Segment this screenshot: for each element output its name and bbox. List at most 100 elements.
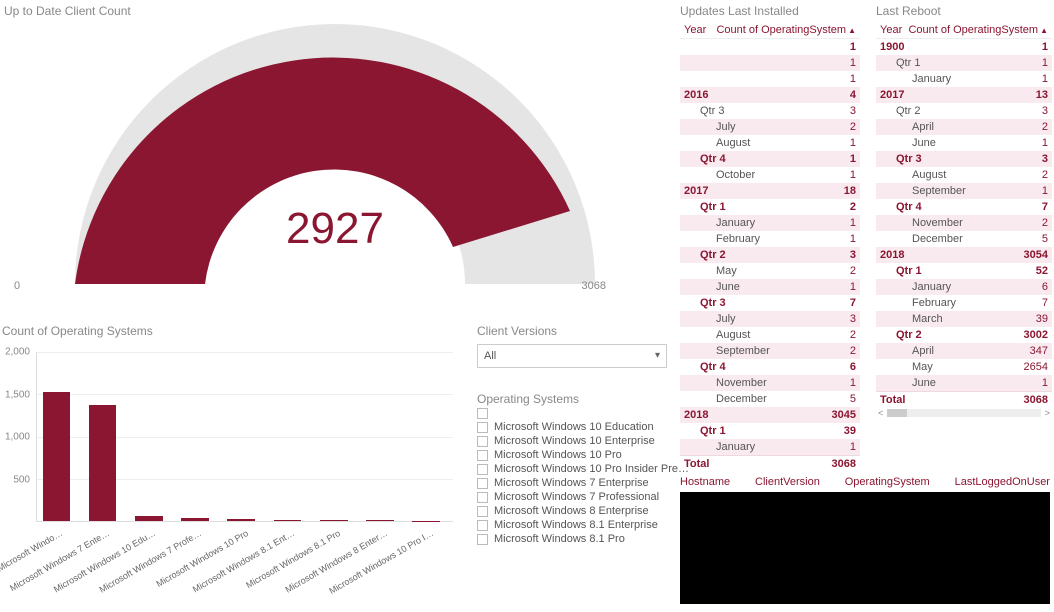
bar-chart[interactable]: 2,0001,5001,000500 Microsoft Windo…Micro…: [2, 352, 457, 552]
pivot-row[interactable]: December5: [876, 231, 1052, 247]
bar[interactable]: [43, 392, 71, 521]
pivot-row[interactable]: Qtr 23: [876, 103, 1052, 119]
pivot-row[interactable]: January1: [876, 71, 1052, 87]
pivot-row[interactable]: August2: [876, 167, 1052, 183]
os-option[interactable]: Microsoft Windows 10 Enterprise: [477, 435, 677, 447]
pivot-row[interactable]: July2: [680, 119, 860, 135]
pivot-row[interactable]: May2: [680, 263, 860, 279]
os-option[interactable]: Microsoft Windows 10 Education: [477, 421, 677, 433]
pivot-row[interactable]: August1: [680, 135, 860, 151]
pivot-row[interactable]: Qtr 47: [876, 199, 1052, 215]
pivot-row[interactable]: January1: [680, 215, 860, 231]
pivot-row[interactable]: Qtr 12: [680, 199, 860, 215]
pivot-row[interactable]: 1: [680, 71, 860, 87]
col-hostname[interactable]: Hostname: [680, 476, 730, 488]
pivot-row[interactable]: 19001: [876, 39, 1052, 55]
os-option[interactable]: Microsoft Windows 8.1 Pro: [477, 533, 677, 545]
detail-table[interactable]: Hostname ClientVersion OperatingSystem L…: [680, 474, 1050, 604]
scroll-left-icon[interactable]: <: [878, 408, 883, 418]
pivot-row[interactable]: August2: [680, 327, 860, 343]
pivot-row[interactable]: Qtr 37: [680, 295, 860, 311]
updates-table[interactable]: YearCount of OperatingSystem▲11120164Qtr…: [680, 22, 860, 471]
pivot-row[interactable]: 20183045: [680, 407, 860, 423]
scroll-right-icon[interactable]: >: [1045, 408, 1050, 418]
os-option-label: Microsoft Windows 7 Professional: [494, 491, 659, 503]
os-option[interactable]: Microsoft Windows 7 Enterprise: [477, 477, 677, 489]
pivot-row[interactable]: September2: [680, 343, 860, 359]
client-versions-dropdown[interactable]: All ▾: [477, 344, 667, 368]
pivot-value: 3: [850, 104, 856, 118]
pivot-value: 39: [844, 424, 856, 438]
pivot-row[interactable]: Qtr 23: [680, 247, 860, 263]
pivot-label: 2017: [880, 88, 904, 102]
pivot-row[interactable]: April347: [876, 343, 1052, 359]
col-count[interactable]: Count of OperatingSystem▲: [908, 24, 1048, 36]
pivot-value: 1: [850, 440, 856, 454]
reboot-table[interactable]: YearCount of OperatingSystem▲19001Qtr 11…: [876, 22, 1052, 419]
bar[interactable]: [181, 518, 209, 521]
checkbox-icon: [477, 520, 488, 531]
col-year[interactable]: Year: [684, 24, 706, 36]
col-clientversion[interactable]: ClientVersion: [755, 476, 820, 488]
pivot-label: Qtr 1: [880, 264, 922, 278]
col-operatingsystem[interactable]: OperatingSystem: [845, 476, 930, 488]
os-option[interactable]: Microsoft Windows 10 Pro Insider Pre…: [477, 463, 677, 475]
gauge-value: 2927: [0, 204, 670, 254]
pivot-row[interactable]: Qtr 152: [876, 263, 1052, 279]
pivot-row[interactable]: June1: [680, 279, 860, 295]
pivot-value: 2: [850, 200, 856, 214]
bar[interactable]: [89, 405, 117, 521]
pivot-row[interactable]: Qtr 23002: [876, 327, 1052, 343]
pivot-row[interactable]: Qtr 33: [680, 103, 860, 119]
pivot-row[interactable]: Qtr 11: [876, 55, 1052, 71]
bar[interactable]: [227, 519, 255, 521]
pivot-row[interactable]: 1: [680, 39, 860, 55]
os-option[interactable]: Microsoft Windows 8 Enterprise: [477, 505, 677, 517]
pivot-row[interactable]: July3: [680, 311, 860, 327]
pivot-row[interactable]: June1: [876, 375, 1052, 391]
bar[interactable]: [274, 520, 302, 521]
os-option[interactable]: Microsoft Windows 10 Pro: [477, 449, 677, 461]
pivot-row[interactable]: May2654: [876, 359, 1052, 375]
os-option[interactable]: Microsoft Windows 7 Professional: [477, 491, 677, 503]
bar[interactable]: [366, 520, 394, 521]
pivot-row[interactable]: March39: [876, 311, 1052, 327]
pivot-row[interactable]: November2: [876, 215, 1052, 231]
pivot-label: February: [880, 296, 956, 310]
reboot-title: Last Reboot: [876, 4, 941, 18]
bar[interactable]: [320, 520, 348, 521]
pivot-value: 13: [1036, 88, 1048, 102]
os-select-all[interactable]: [477, 408, 677, 419]
pivot-row[interactable]: October1: [680, 167, 860, 183]
pivot-value: 1: [1042, 72, 1048, 86]
pivot-row[interactable]: Qtr 46: [680, 359, 860, 375]
pivot-row[interactable]: November1: [680, 375, 860, 391]
pivot-row[interactable]: June1: [876, 135, 1052, 151]
pivot-row[interactable]: January1: [680, 439, 860, 455]
pivot-label: August: [684, 136, 750, 150]
pivot-row[interactable]: September 1: [876, 183, 1052, 199]
pivot-row[interactable]: January6: [876, 279, 1052, 295]
pivot-label: September: [880, 184, 966, 198]
pivot-label: November: [880, 216, 963, 230]
pivot-value: 1: [1042, 184, 1048, 198]
pivot-row[interactable]: 2017 13: [876, 87, 1052, 103]
pivot-row[interactable]: Qtr 139: [680, 423, 860, 439]
col-lastlogged[interactable]: LastLoggedOnUser: [955, 476, 1050, 488]
pivot-row[interactable]: Qtr 41: [680, 151, 860, 167]
pivot-row[interactable]: April2: [876, 119, 1052, 135]
pivot-row[interactable]: 201718: [680, 183, 860, 199]
pivot-row[interactable]: December5: [680, 391, 860, 407]
col-year[interactable]: Year: [880, 24, 902, 36]
pivot-row[interactable]: 20164: [680, 87, 860, 103]
pivot-row[interactable]: Qtr 33: [876, 151, 1052, 167]
pivot-row[interactable]: 20183054: [876, 247, 1052, 263]
bar[interactable]: [135, 516, 163, 521]
os-option[interactable]: Microsoft Windows 8.1 Enterprise: [477, 519, 677, 531]
h-scrollbar[interactable]: <>: [876, 407, 1052, 419]
pivot-row[interactable]: February1: [680, 231, 860, 247]
gauge-chart[interactable]: 2927 0 3068: [0, 24, 670, 304]
pivot-row[interactable]: 1: [680, 55, 860, 71]
col-count[interactable]: Count of OperatingSystem▲: [716, 24, 856, 36]
pivot-row[interactable]: February7: [876, 295, 1052, 311]
